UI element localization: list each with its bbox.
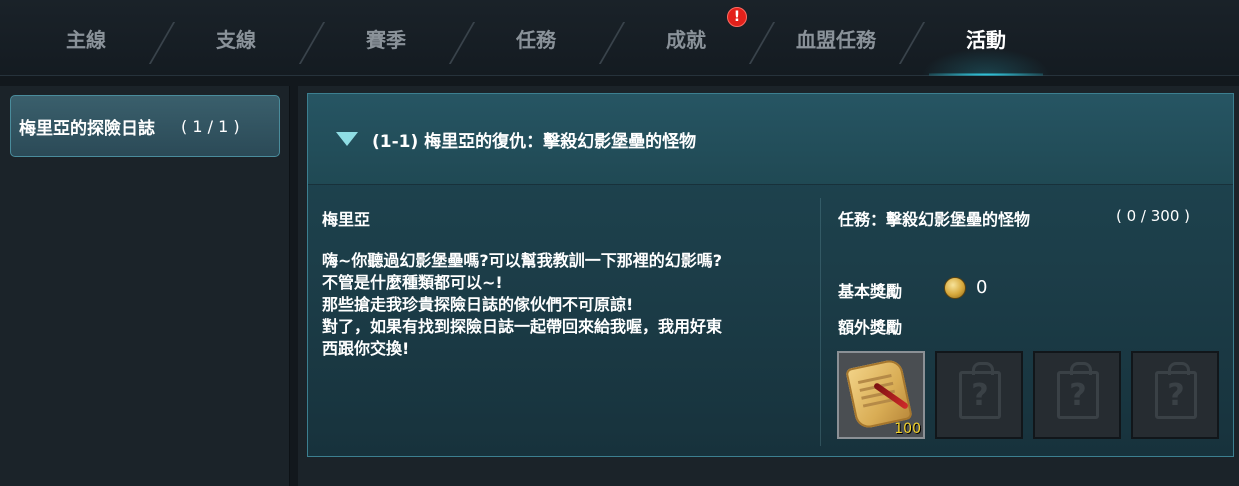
coin-icon	[944, 277, 966, 299]
alert-icon: !	[727, 7, 747, 27]
quest-list-panel: 梅里亞的探險日誌 ( 1 / 1 )	[0, 86, 290, 486]
reward-slot-mystery[interactable]: ?	[935, 351, 1023, 439]
mystery-gift-icon: ?	[1057, 362, 1099, 419]
tab-events[interactable]: 活動	[911, 0, 1061, 76]
tab-quests[interactable]: 任務	[461, 0, 611, 76]
scroll-quill-icon	[845, 357, 913, 431]
quest-detail-header[interactable]: (1-1) 梅里亞的復仇：擊殺幻影堡壘的怪物	[308, 94, 1233, 185]
reward-slot-scroll[interactable]: 100	[837, 351, 925, 439]
basic-reward-value: 0	[976, 277, 988, 298]
quest-list-item-count: ( 1 / 1 )	[181, 116, 240, 136]
collapse-triangle-icon	[336, 132, 358, 146]
mystery-gift-icon: ?	[1155, 362, 1197, 419]
quest-list-item-title: 梅里亞的探險日誌	[19, 118, 155, 139]
task-objective: 任務：擊殺幻影堡壘的怪物	[838, 210, 1031, 229]
mystery-gift-icon: ?	[959, 362, 1001, 419]
dialogue-line: 西跟你交換!	[322, 339, 410, 358]
tab-season[interactable]: 賽季	[311, 0, 461, 76]
basic-reward-label: 基本獎勵	[838, 282, 903, 301]
npc-name: 梅里亞	[322, 210, 371, 229]
quest-detail-title: (1-1) 梅里亞的復仇：擊殺幻影堡壘的怪物	[372, 131, 697, 152]
tab-side-story[interactable]: 支線	[161, 0, 311, 76]
tab-main-story[interactable]: 主線	[11, 0, 161, 76]
dialogue-line: 不管是什麼種類都可以~!	[322, 273, 503, 292]
panel-divider	[820, 198, 821, 446]
npc-dialogue: 嗨~你聽過幻影堡壘嗎?可以幫我教訓一下那裡的幻影嗎? 不管是什麼種類都可以~! …	[322, 250, 812, 360]
quest-list-item-meria-journal[interactable]: 梅里亞的探險日誌 ( 1 / 1 )	[10, 95, 280, 157]
task-progress: ( 0 / 300 )	[1116, 207, 1191, 225]
reward-slot-mystery[interactable]: ?	[1131, 351, 1219, 439]
reward-quantity: 100	[894, 421, 921, 437]
dialogue-line: 對了，如果有找到探險日誌一起帶回來給我喔，我用好東	[322, 317, 723, 336]
tab-bar: 主線 支線 賽季 任務 成就 血盟任務 活動 !	[0, 0, 1239, 76]
extra-reward-label: 額外獎勵	[838, 318, 903, 337]
tab-clan-quests[interactable]: 血盟任務	[761, 0, 911, 76]
reward-slot-mystery[interactable]: ?	[1033, 351, 1121, 439]
dialogue-line: 嗨~你聽過幻影堡壘嗎?可以幫我教訓一下那裡的幻影嗎?	[322, 251, 722, 270]
quest-detail-panel: (1-1) 梅里亞的復仇：擊殺幻影堡壘的怪物 梅里亞 嗨~你聽過幻影堡壘嗎?可以…	[307, 93, 1234, 457]
dialogue-line: 那些搶走我珍貴探險日誌的傢伙們不可原諒!	[322, 295, 634, 314]
